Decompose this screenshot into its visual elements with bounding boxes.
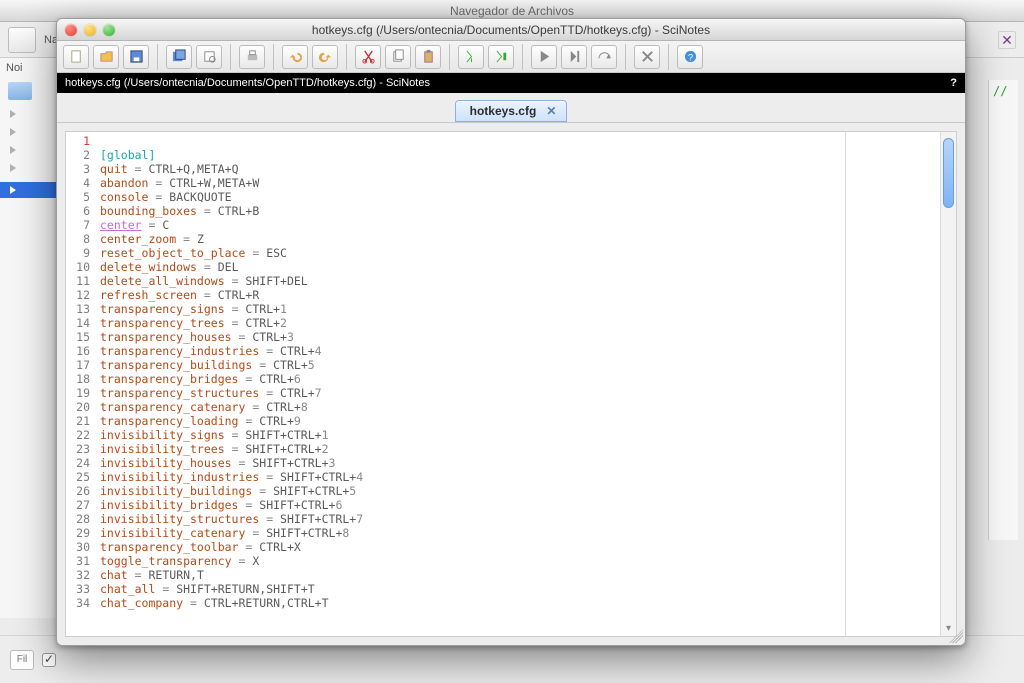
bg-sidebar: Noi [0, 58, 60, 618]
cut-icon[interactable] [355, 45, 381, 69]
svg-text:?: ? [687, 52, 692, 62]
open-file-icon[interactable] [93, 45, 119, 69]
resize-grip-icon[interactable] [949, 629, 963, 643]
tab-label: hotkeys.cfg [470, 104, 537, 118]
bg-fil-label: Fil [10, 650, 34, 670]
step-over-icon[interactable] [591, 45, 617, 69]
close-window-icon[interactable] [65, 24, 77, 36]
save-all-icon[interactable] [166, 45, 192, 69]
toolbar-separator [230, 44, 231, 70]
toolbar-separator [449, 44, 450, 70]
window-title: hotkeys.cfg (/Users/ontecnia/Documents/O… [57, 23, 965, 37]
undo-icon[interactable] [282, 45, 308, 69]
path-text: hotkeys.cfg (/Users/ontecnia/Documents/O… [65, 77, 430, 89]
toolbar-separator [625, 44, 626, 70]
print-icon[interactable] [239, 45, 265, 69]
bg-slashes: // [993, 84, 1007, 98]
print-preview-icon[interactable] [196, 45, 222, 69]
zoom-window-icon[interactable] [103, 24, 115, 36]
tab-close-icon[interactable]: ✕ [546, 104, 556, 118]
disclosure-icon[interactable] [10, 110, 16, 118]
preferences-icon[interactable] [634, 45, 660, 69]
tab-bar: hotkeys.cfg ✕ [57, 93, 965, 123]
toolbar-separator [346, 44, 347, 70]
new-file-icon[interactable] [63, 45, 89, 69]
play-icon[interactable] [531, 45, 557, 69]
toolbar-separator [157, 44, 158, 70]
disclosure-icon[interactable] [10, 164, 16, 172]
bg-close-icon[interactable]: ✕ [998, 31, 1016, 49]
titlebar[interactable]: hotkeys.cfg (/Users/ontecnia/Documents/O… [57, 19, 965, 41]
run-icon[interactable] [458, 45, 484, 69]
bg-back-button[interactable] [8, 27, 36, 53]
toolbar-separator [522, 44, 523, 70]
scroll-thumb[interactable] [943, 138, 954, 208]
toolbar: ? [57, 41, 965, 73]
save-icon[interactable] [123, 45, 149, 69]
window-controls [65, 24, 115, 36]
step-icon[interactable] [561, 45, 587, 69]
disclosure-icon[interactable] [10, 128, 16, 136]
bg-right-panel: // [988, 80, 1018, 540]
file-tab-hotkeys[interactable]: hotkeys.cfg ✕ [455, 100, 568, 122]
code-area[interactable]: [global] quit = CTRL+Q,META+Q abandon = … [94, 132, 940, 636]
toolbar-separator [668, 44, 669, 70]
bg-noi-label: Noi [0, 58, 59, 78]
disclosure-icon[interactable] [10, 146, 16, 154]
line-gutter: 1234567891011121314151617181920212223242… [66, 132, 94, 636]
folder-icon[interactable] [8, 82, 32, 100]
editor[interactable]: 1234567891011121314151617181920212223242… [65, 131, 957, 637]
scinotes-window: hotkeys.cfg (/Users/ontecnia/Documents/O… [56, 18, 966, 646]
path-strip: hotkeys.cfg (/Users/ontecnia/Documents/O… [57, 73, 965, 93]
copy-icon[interactable] [385, 45, 411, 69]
redo-icon[interactable] [312, 45, 338, 69]
help-icon[interactable]: ? [677, 45, 703, 69]
vertical-scrollbar[interactable]: ▾ [940, 132, 956, 636]
minimize-window-icon[interactable] [84, 24, 96, 36]
bg-checkbox[interactable] [42, 653, 56, 667]
paste-icon[interactable] [415, 45, 441, 69]
run-to-icon[interactable] [488, 45, 514, 69]
toolbar-separator [273, 44, 274, 70]
help-indicator-icon[interactable]: ? [950, 77, 957, 89]
